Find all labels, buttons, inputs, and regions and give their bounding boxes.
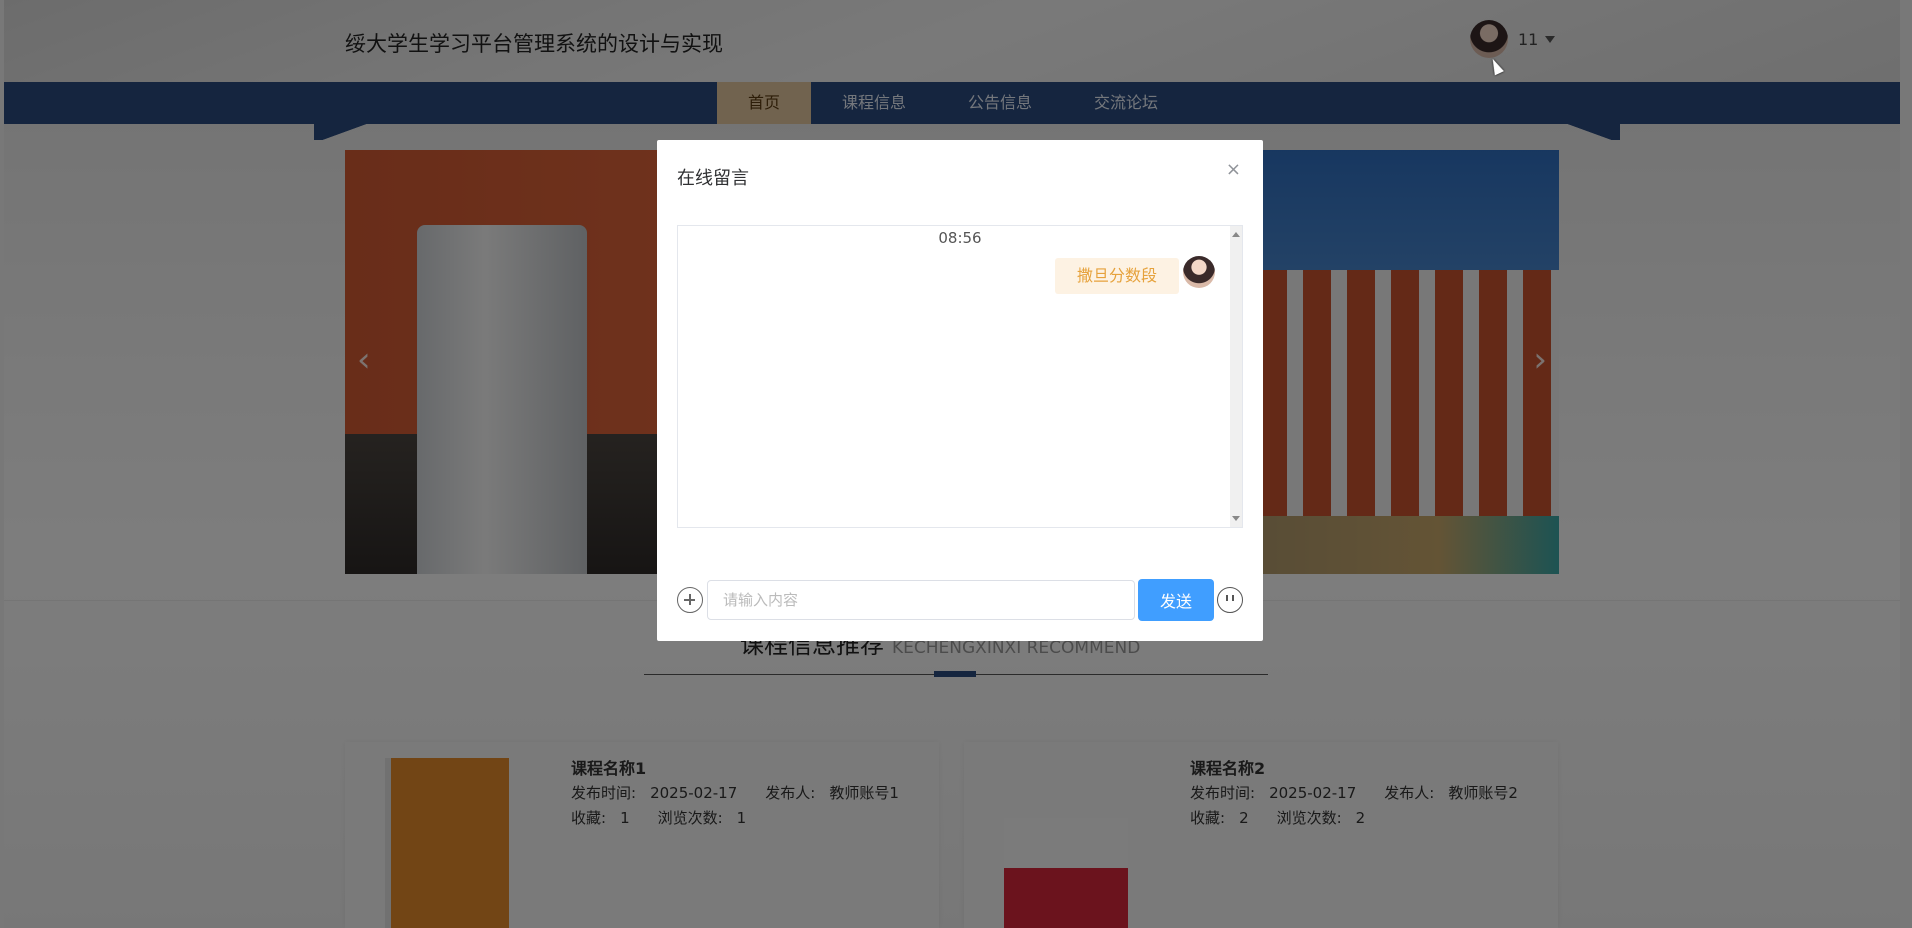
chat-timestamp: 08:56 [938, 229, 982, 247]
chat-dialog: 在线留言 × 08:56 撒旦分数段 发送 [657, 140, 1263, 641]
send-button[interactable]: 发送 [1138, 579, 1214, 621]
close-icon[interactable]: × [1226, 159, 1241, 180]
chat-message-list[interactable]: 08:56 撒旦分数段 [677, 225, 1243, 528]
chat-input-row: 发送 [677, 579, 1243, 621]
chat-message-bubble: 撒旦分数段 [1054, 258, 1179, 294]
emoji-icon[interactable] [1217, 587, 1243, 613]
scroll-up-icon[interactable] [1232, 232, 1240, 237]
dialog-title: 在线留言 [677, 168, 749, 189]
message-input[interactable] [707, 580, 1135, 620]
emoji-eye [1226, 595, 1228, 601]
avatar-icon [1183, 256, 1215, 288]
emoji-eye [1232, 595, 1234, 601]
plus-circle-icon[interactable] [677, 587, 703, 613]
chat-scrollbar[interactable] [1230, 226, 1242, 527]
scroll-down-icon[interactable] [1232, 516, 1240, 521]
